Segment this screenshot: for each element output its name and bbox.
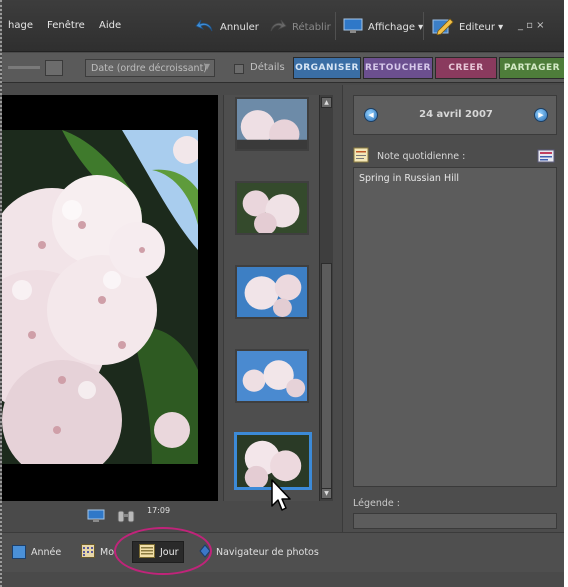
editor-menu-button[interactable]: Editeur ▾	[432, 14, 503, 40]
view-mode-bar: Année Mo Navigateur de photos	[2, 532, 566, 572]
tab-creer-label: CREER	[448, 63, 484, 73]
sort-order-select[interactable]: Date (ordre décroissant) ▼	[85, 59, 215, 77]
photo-viewer	[2, 95, 218, 501]
thumbnail-size-button[interactable]	[45, 60, 63, 76]
photo-browser-label: Navigateur de photos	[216, 546, 319, 558]
undo-icon	[195, 18, 215, 37]
chevron-down-icon: ▼	[203, 62, 210, 71]
highlight-ring	[114, 527, 212, 575]
options-bar: Date (ordre décroissant) ▼ Détails ORGAN…	[2, 53, 566, 83]
month-view-button[interactable]: Mo	[81, 543, 114, 561]
view-menu-label: Affichage ▾	[368, 21, 424, 33]
date-navigator: ◀ 24 avril 2007 ▶	[353, 95, 557, 135]
details-checkbox[interactable]	[234, 64, 244, 74]
redo-icon	[269, 18, 287, 37]
monitor-icon	[343, 18, 363, 37]
binoculars-icon[interactable]	[116, 508, 136, 527]
tab-creer[interactable]: CREER	[435, 57, 497, 79]
thumbnail-strip	[223, 95, 321, 501]
daily-note-text: Spring in Russian Hill	[359, 173, 460, 184]
caption-label: Légende :	[353, 498, 400, 509]
note-editor-icon[interactable]	[537, 149, 555, 166]
thumbnail-item[interactable]	[235, 265, 309, 319]
tab-partager-label: PARTAGER	[503, 63, 561, 73]
scroll-down-button[interactable]: ▼	[321, 488, 332, 499]
note-icon	[353, 147, 369, 166]
tab-partager[interactable]: PARTAGER	[499, 57, 565, 79]
sort-order-value: Date (ordre décroissant)	[91, 63, 207, 74]
redo-button[interactable]: Rétablir	[269, 14, 331, 40]
editor-menu-label: Editeur ▾	[459, 21, 504, 33]
menu-bar: hage Fenêtre Aide Annuler Rétablir Affic…	[2, 0, 566, 52]
year-view-button[interactable]: Année	[12, 543, 61, 561]
main-photo[interactable]	[2, 130, 198, 464]
note-header: Note quotidienne :	[353, 147, 557, 165]
app-window: hage Fenêtre Aide Annuler Rétablir Affic…	[0, 0, 568, 587]
window-controls[interactable]: _ ▫ ×	[518, 20, 545, 31]
thumbnail-item[interactable]	[235, 181, 309, 235]
arrow-right-icon: ▶	[538, 111, 544, 119]
tab-retoucher[interactable]: RETOUCHER	[363, 57, 433, 79]
tab-retoucher-label: RETOUCHER	[365, 63, 431, 73]
photo-browser-button[interactable]: Navigateur de photos	[199, 543, 319, 561]
tab-organiser[interactable]: ORGANISER	[293, 57, 361, 79]
scroll-up-button[interactable]: ▲	[321, 97, 332, 108]
undo-button[interactable]: Annuler	[195, 14, 259, 40]
toolbar-divider	[423, 12, 424, 40]
thumbnail-scrollbar[interactable]: ▲ ▼	[319, 95, 333, 501]
thumbnail-item[interactable]	[235, 349, 309, 403]
day-info-panel: ◀ 24 avril 2007 ▶ Note quotidienne : Spr…	[342, 85, 566, 540]
note-label: Note quotidienne :	[377, 151, 466, 162]
calendar-month-icon	[81, 543, 95, 561]
daily-note-textarea[interactable]: Spring in Russian Hill	[353, 167, 557, 487]
next-day-button[interactable]: ▶	[534, 108, 548, 122]
details-label: Détails	[250, 62, 285, 73]
scrollbar-thumb[interactable]	[321, 263, 332, 489]
redo-label: Rétablir	[292, 21, 331, 33]
tab-organiser-label: ORGANISER	[295, 63, 359, 73]
menu-item-help[interactable]: Aide	[99, 20, 121, 31]
menu-item-window[interactable]: Fenêtre	[47, 20, 85, 31]
calendar-year-icon	[12, 545, 26, 559]
mouse-pointer-icon	[270, 478, 292, 514]
month-view-label: Mo	[100, 546, 115, 558]
thumbnail-size-slider[interactable]	[8, 66, 40, 69]
undo-label: Annuler	[220, 21, 259, 33]
capture-time: 17:09	[147, 506, 171, 515]
monitor-icon[interactable]	[87, 509, 105, 526]
current-date: 24 avril 2007	[419, 109, 493, 120]
thumbnail-item[interactable]	[235, 97, 309, 151]
menu-item-image[interactable]: hage	[8, 20, 33, 31]
year-view-label: Année	[31, 546, 62, 558]
pencil-icon	[432, 17, 454, 38]
view-menu-button[interactable]: Affichage ▾	[343, 14, 423, 40]
caption-field[interactable]	[353, 513, 557, 529]
page-margin	[564, 0, 568, 587]
toolbar-divider	[335, 12, 336, 40]
